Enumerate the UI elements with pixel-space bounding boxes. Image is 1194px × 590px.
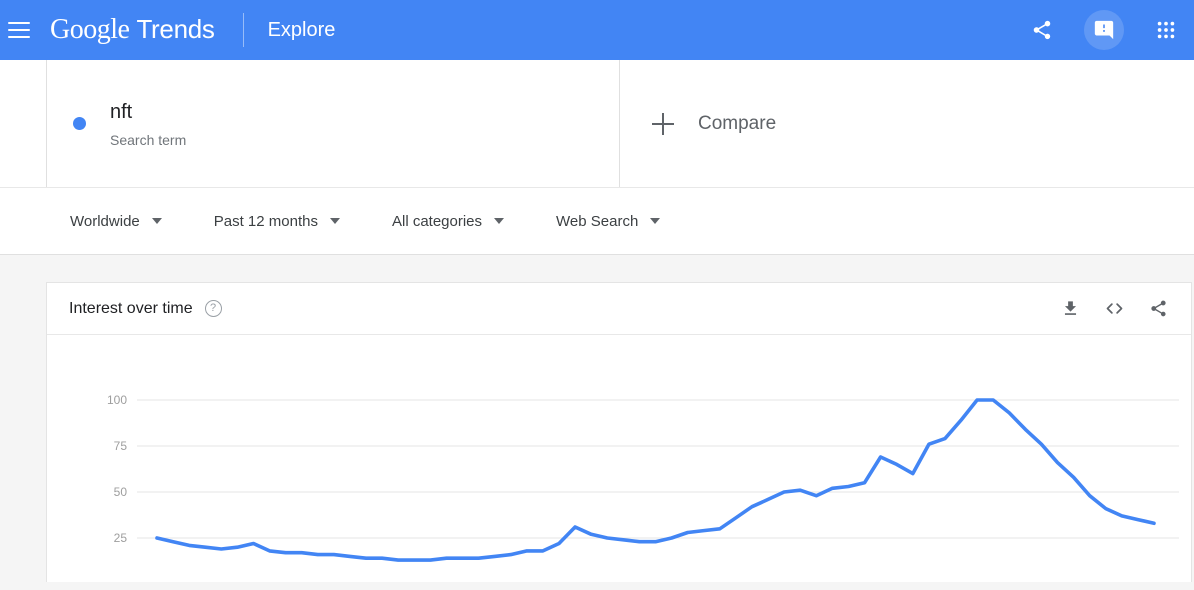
- hamburger-bar: [8, 22, 30, 24]
- filter-location-label: Worldwide: [70, 212, 140, 230]
- search-term-card[interactable]: nft Search term: [46, 60, 620, 187]
- chevron-down-icon: [494, 218, 505, 224]
- filter-search-type-label: Web Search: [556, 212, 639, 230]
- google-trends-logo[interactable]: Google Trends: [50, 14, 215, 46]
- hamburger-menu-icon[interactable]: [8, 22, 30, 38]
- help-icon[interactable]: ?: [204, 300, 222, 317]
- feedback-icon[interactable]: [1084, 10, 1124, 50]
- share-glyph: [1033, 20, 1051, 40]
- y-axis-tick-label: 25: [114, 531, 128, 545]
- share-icon[interactable]: [1147, 298, 1169, 320]
- interest-over-time-chart[interactable]: 25 50 75 100: [47, 335, 1191, 583]
- chevron-down-icon: [151, 218, 162, 224]
- share-glyph: [1150, 300, 1166, 317]
- search-terms-row: nft Search term Compare: [0, 60, 1194, 188]
- download-icon[interactable]: [1059, 298, 1081, 320]
- series-color-dot: [73, 117, 86, 130]
- search-term-value: nft: [110, 100, 133, 123]
- card-actions: [1059, 298, 1169, 320]
- page-title: Interest over time: [69, 299, 193, 317]
- share-icon[interactable]: [1022, 10, 1062, 50]
- chevron-down-icon: [329, 218, 340, 224]
- header-divider: [242, 13, 244, 47]
- feedback-glyph: [1094, 20, 1114, 40]
- filter-category-label: All categories: [391, 212, 483, 230]
- brand-google-text: Google: [50, 14, 130, 45]
- apps-grid-icon[interactable]: [1146, 10, 1186, 50]
- embed-code-glyph: [1106, 303, 1122, 314]
- header-actions: [1022, 0, 1186, 60]
- compare-button[interactable]: Compare: [620, 60, 1194, 187]
- y-axis-tick-label: 100: [107, 393, 127, 407]
- compare-label: Compare: [698, 112, 777, 134]
- filter-bar: Worldwide Past 12 months All categories …: [0, 188, 1194, 255]
- filter-time-range[interactable]: Past 12 months: [214, 213, 340, 230]
- download-glyph: [1064, 301, 1076, 315]
- search-term-type: Search term: [110, 131, 187, 148]
- y-axis-tick-label: 50: [114, 485, 128, 499]
- filter-time-range-label: Past 12 months: [213, 212, 318, 230]
- filter-category[interactable]: All categories: [391, 212, 505, 230]
- plus-icon: [652, 112, 674, 135]
- filter-location[interactable]: Worldwide: [70, 213, 162, 230]
- page-body: Interest over time ? 25 50 75 100: [0, 255, 1194, 582]
- embed-code-icon[interactable]: [1103, 298, 1125, 320]
- y-axis-tick-label: 75: [114, 439, 128, 453]
- chart-line-series-nft: [155, 398, 1156, 562]
- chevron-down-icon: [650, 218, 661, 224]
- apps-grid-glyph: [1157, 21, 1175, 39]
- search-term-text: nft Search term: [110, 99, 186, 149]
- trends-line-chart-svg: 25 50 75 100: [107, 393, 1179, 562]
- hamburger-bar: [8, 29, 30, 31]
- hamburger-bar: [8, 36, 30, 38]
- interest-over-time-card: Interest over time ? 25 50 75 100: [46, 282, 1192, 582]
- filter-search-type[interactable]: Web Search: [556, 212, 661, 230]
- brand-trends-text: Trends: [136, 14, 215, 44]
- card-header: Interest over time ?: [47, 283, 1191, 335]
- app-header: Google Trends Explore: [0, 0, 1194, 60]
- explore-title: Explore: [267, 18, 336, 41]
